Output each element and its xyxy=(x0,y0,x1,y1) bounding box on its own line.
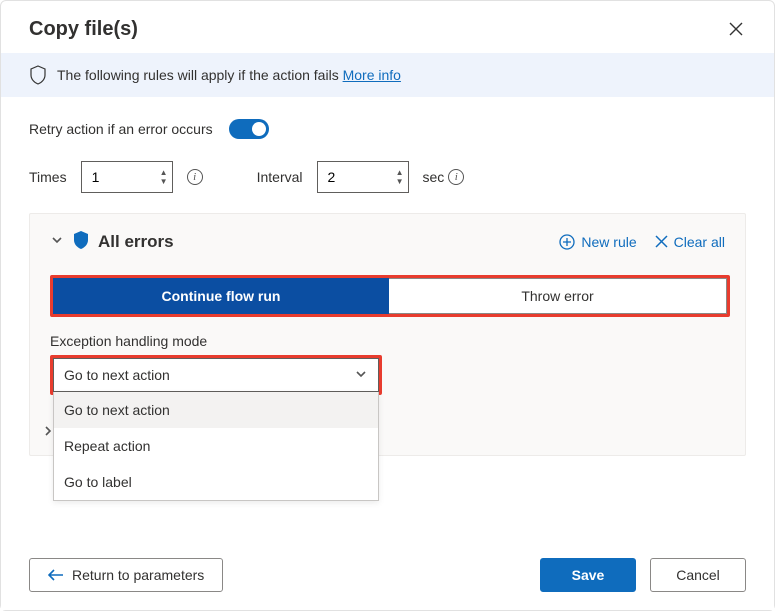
chevron-down-icon xyxy=(354,367,368,384)
return-label: Return to parameters xyxy=(72,567,204,583)
collapse-toggle[interactable] xyxy=(50,233,64,250)
errors-panel: All errors New rule Clear all Continue f… xyxy=(29,213,746,456)
chevron-up-icon[interactable]: ▲ xyxy=(160,168,168,177)
all-errors-title: All errors xyxy=(98,232,174,252)
exception-mode-select[interactable]: Go to next action xyxy=(53,358,379,392)
interval-unit: sec xyxy=(423,169,445,185)
clear-all-button[interactable]: Clear all xyxy=(655,234,725,250)
interval-input[interactable] xyxy=(318,162,408,192)
arrow-left-icon xyxy=(48,568,64,582)
tab-throw-error[interactable]: Throw error xyxy=(389,278,727,314)
times-input[interactable] xyxy=(82,162,172,192)
more-info-link[interactable]: More info xyxy=(343,67,401,83)
new-rule-label: New rule xyxy=(581,234,636,250)
times-label: Times xyxy=(29,169,67,185)
tab-continue-flow-run[interactable]: Continue flow run xyxy=(53,278,389,314)
dropdown-option[interactable]: Go to next action xyxy=(54,392,378,428)
info-banner: The following rules will apply if the ac… xyxy=(1,53,774,97)
info-icon[interactable]: i xyxy=(187,169,203,185)
interval-input-wrap: ▲ ▼ xyxy=(317,161,409,193)
shield-icon xyxy=(29,65,47,85)
retry-label: Retry action if an error occurs xyxy=(29,121,213,137)
times-input-wrap: ▲ ▼ xyxy=(81,161,173,193)
return-to-parameters-button[interactable]: Return to parameters xyxy=(29,558,223,592)
chevron-down-icon[interactable]: ▼ xyxy=(160,177,168,186)
chevron-up-icon[interactable]: ▲ xyxy=(396,168,404,177)
save-button[interactable]: Save xyxy=(540,558,636,592)
cancel-button[interactable]: Cancel xyxy=(650,558,746,592)
expand-advanced[interactable] xyxy=(38,421,58,441)
banner-text: The following rules will apply if the ac… xyxy=(57,67,343,83)
retry-toggle[interactable] xyxy=(229,119,269,139)
info-icon[interactable]: i xyxy=(448,169,464,185)
dropdown-option[interactable]: Repeat action xyxy=(54,428,378,464)
times-spinner[interactable]: ▲ ▼ xyxy=(160,162,168,192)
chevron-down-icon[interactable]: ▼ xyxy=(396,177,404,186)
chevron-right-icon xyxy=(42,425,54,437)
exception-mode-value: Go to next action xyxy=(64,367,170,383)
close-icon xyxy=(729,22,743,36)
interval-label: Interval xyxy=(257,169,303,185)
close-button[interactable] xyxy=(722,15,750,43)
dialog-title: Copy file(s) xyxy=(29,18,138,41)
chevron-down-icon xyxy=(50,233,64,247)
shield-icon xyxy=(72,230,90,253)
dropdown-option[interactable]: Go to label xyxy=(54,464,378,500)
exception-mode-label: Exception handling mode xyxy=(50,333,725,349)
new-rule-button[interactable]: New rule xyxy=(559,234,636,250)
clear-all-label: Clear all xyxy=(674,234,725,250)
plus-circle-icon xyxy=(559,234,575,250)
interval-spinner[interactable]: ▲ ▼ xyxy=(396,162,404,192)
close-icon xyxy=(655,235,668,248)
exception-mode-dropdown: Go to next action Repeat action Go to la… xyxy=(53,392,379,501)
